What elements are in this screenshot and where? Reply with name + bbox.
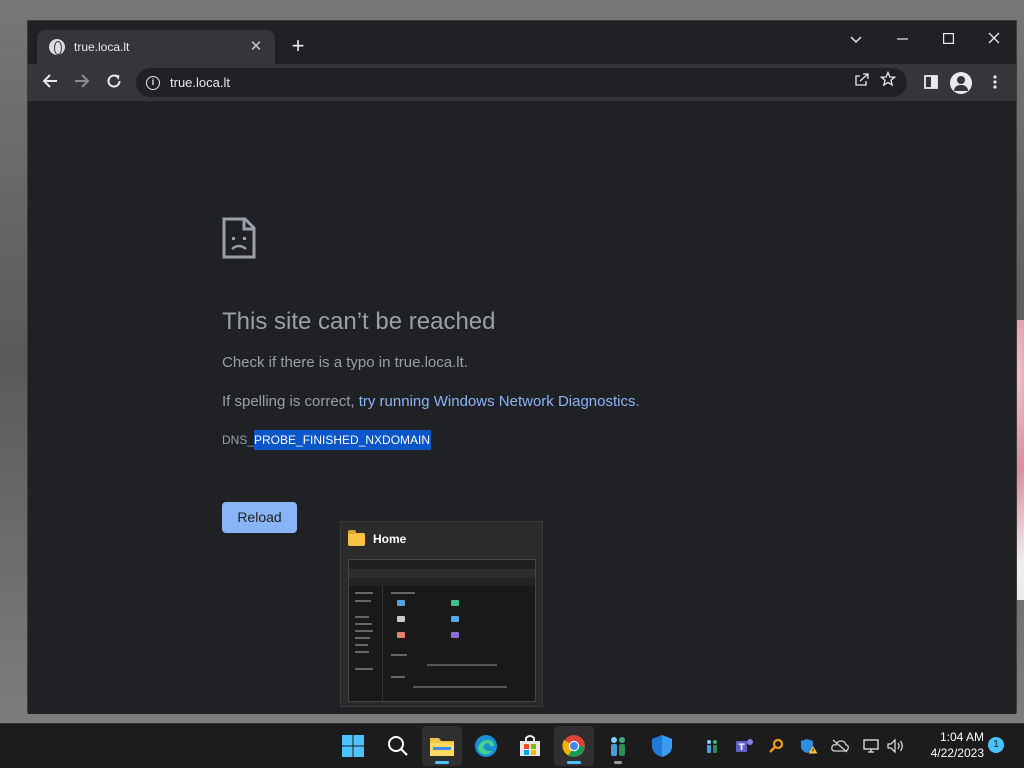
taskbar-file-explorer[interactable] bbox=[422, 726, 462, 766]
preview-header: Home bbox=[348, 529, 407, 546]
maximize-button[interactable] bbox=[932, 27, 964, 53]
clock-date: 4/22/2023 bbox=[930, 746, 984, 760]
menu-kebab-icon[interactable] bbox=[981, 69, 1009, 97]
error-code-prefix: DNS_ bbox=[222, 433, 255, 447]
thumb-folder-icon bbox=[451, 600, 459, 606]
thumb-row bbox=[355, 651, 369, 653]
key-search-icon[interactable] bbox=[766, 736, 786, 756]
thumb-toolbar bbox=[349, 569, 535, 578]
forward-button[interactable] bbox=[68, 69, 96, 97]
thumb-row bbox=[355, 623, 372, 625]
teams-icon[interactable]: T bbox=[735, 736, 755, 756]
tab-search-icon[interactable] bbox=[840, 27, 872, 53]
tab-title: true.loca.lt bbox=[74, 40, 130, 54]
running-indicator bbox=[435, 761, 449, 764]
thumb-folder-icon bbox=[397, 616, 405, 622]
browser-tab[interactable]: true.loca.lt ✕ bbox=[37, 30, 275, 64]
shield-icon bbox=[652, 735, 672, 757]
minimize-button[interactable] bbox=[886, 27, 918, 53]
typo-hint: Check if there is a typo in true.loca.lt… bbox=[222, 354, 468, 371]
thumb-row bbox=[427, 664, 497, 666]
share-icon[interactable] bbox=[849, 70, 875, 96]
error-code: DNS_PROBE_FINISHED_NXDOMAIN bbox=[222, 430, 432, 450]
site-info-icon[interactable]: i bbox=[146, 75, 160, 90]
side-panel-icon[interactable] bbox=[917, 69, 945, 97]
diagnostics-hint: If spelling is correct, try running Wind… bbox=[222, 393, 640, 410]
thumb-row bbox=[355, 637, 370, 639]
taskbar-store[interactable] bbox=[510, 726, 550, 766]
onedrive-icon[interactable] bbox=[830, 736, 850, 756]
taskbar-people-app[interactable] bbox=[598, 726, 638, 766]
people-app-icon bbox=[611, 737, 625, 756]
spelling-suffix: . bbox=[635, 393, 640, 410]
thumb-row bbox=[355, 630, 373, 632]
thumb-row bbox=[391, 592, 415, 594]
thumb-folder-icon bbox=[397, 600, 405, 606]
thumb-row bbox=[355, 592, 373, 594]
network-diagnostics-link[interactable]: try running Windows Network Diagnostics bbox=[359, 393, 636, 410]
address-bar[interactable]: i true.loca.lt bbox=[136, 68, 907, 97]
thumb-folder-icon bbox=[451, 632, 459, 638]
thumb-row bbox=[391, 676, 405, 678]
thumb-row bbox=[355, 668, 373, 670]
error-title: This site can’t be reached bbox=[222, 308, 496, 335]
system-clock[interactable]: 1:04 AM 4/22/2023 bbox=[912, 729, 984, 761]
bookmark-star-icon[interactable] bbox=[875, 70, 901, 96]
thumb-row bbox=[355, 616, 369, 618]
sad-document-icon bbox=[222, 217, 256, 259]
new-tab-button[interactable]: + bbox=[286, 35, 310, 59]
running-indicator bbox=[614, 761, 622, 764]
globe-icon bbox=[49, 39, 65, 55]
microsoft-store-icon bbox=[520, 735, 540, 756]
tab-close-icon[interactable]: ✕ bbox=[247, 38, 265, 56]
profile-avatar[interactable] bbox=[950, 72, 972, 94]
spelling-prefix: If spelling is correct, bbox=[222, 393, 359, 410]
folder-icon bbox=[348, 529, 365, 546]
explorer-thumbnail[interactable] bbox=[348, 559, 536, 702]
edge-icon bbox=[475, 735, 497, 757]
thumb-folder-icon bbox=[397, 632, 405, 638]
thumb-row bbox=[391, 654, 407, 656]
search-icon bbox=[388, 736, 408, 756]
taskbar-chrome[interactable] bbox=[554, 726, 594, 766]
clock-time: 1:04 AM bbox=[939, 730, 984, 744]
explorer-hover-preview[interactable]: Home bbox=[340, 521, 543, 707]
reload-button[interactable]: Reload bbox=[222, 502, 297, 533]
network-icon[interactable] bbox=[862, 736, 882, 756]
url-text[interactable]: true.loca.lt bbox=[170, 75, 849, 90]
preview-title: Home bbox=[373, 532, 407, 546]
volume-icon[interactable] bbox=[886, 736, 906, 756]
security-warning-icon[interactable] bbox=[799, 736, 819, 756]
close-window-button[interactable] bbox=[978, 27, 1010, 53]
start-button[interactable] bbox=[333, 726, 373, 766]
reload-icon-button[interactable] bbox=[100, 69, 128, 97]
thumb-row bbox=[355, 600, 371, 602]
thumb-titlebar bbox=[349, 560, 535, 569]
back-button[interactable] bbox=[36, 69, 64, 97]
taskbar: T 1:04 AM 4/22/2023 1 bbox=[0, 723, 1024, 768]
taskbar-defender[interactable] bbox=[642, 726, 682, 766]
browser-toolbar: i true.loca.lt bbox=[28, 64, 1016, 101]
tray-people-icon[interactable] bbox=[702, 736, 722, 756]
thumb-row bbox=[355, 644, 368, 646]
notification-badge[interactable]: 1 bbox=[988, 737, 1004, 753]
running-indicator bbox=[567, 761, 581, 764]
search-button[interactable] bbox=[378, 726, 418, 766]
windows-logo-icon bbox=[342, 735, 364, 757]
error-code-selected: PROBE_FINISHED_NXDOMAIN bbox=[254, 430, 432, 450]
thumb-addressbar bbox=[349, 578, 535, 586]
thumb-row bbox=[413, 686, 507, 688]
file-explorer-icon bbox=[430, 738, 454, 756]
taskbar-edge[interactable] bbox=[466, 726, 506, 766]
thumb-folder-icon bbox=[451, 616, 459, 622]
svg-text:T: T bbox=[739, 743, 746, 753]
title-bar: true.loca.lt ✕ + bbox=[28, 21, 1016, 64]
chrome-icon bbox=[562, 735, 585, 757]
